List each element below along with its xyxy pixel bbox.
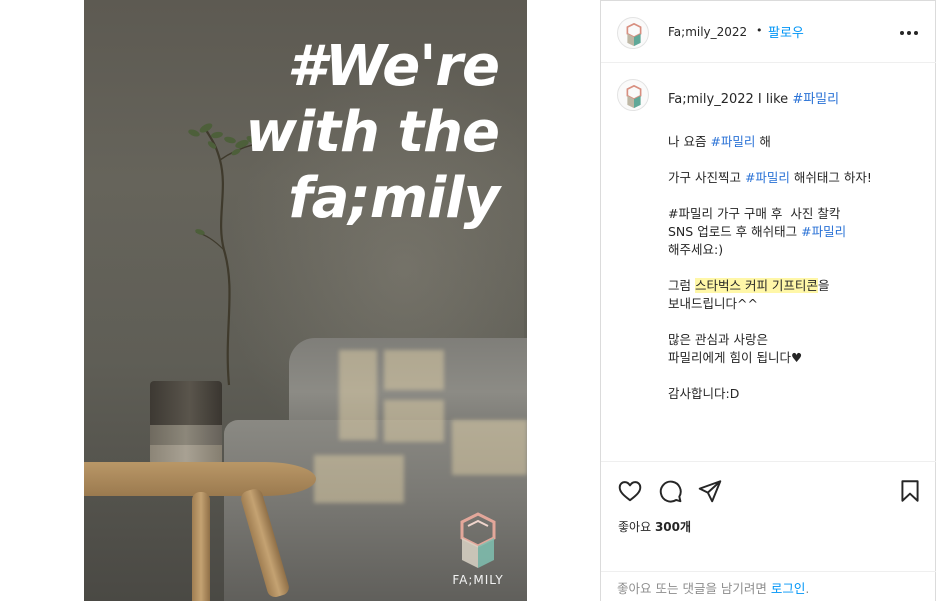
comment-prompt-end: . — [805, 581, 810, 596]
sunlight-patch — [452, 420, 527, 475]
more-dot — [907, 31, 911, 35]
caption-username[interactable]: Fa;mily_2022 — [668, 92, 754, 107]
caption-text: 을 — [817, 278, 830, 293]
caption-line: SNS 업로드 후 해쉬태그 #파밀리 — [668, 223, 928, 241]
like-count[interactable]: 좋아요 300개 — [618, 518, 691, 535]
caption-paragraph: #파밀리 가구 구매 후 사진 찰칵 SNS 업로드 후 해쉬태그 #파밀리 해… — [668, 205, 928, 259]
action-bar: 좋아요 300개 — [601, 461, 936, 571]
sunlight-patch — [384, 400, 444, 442]
caption-body: 나 요즘 #파밀리 해 가구 사진찍고 #파밀리 해쉬태그 하자! #파밀리 가… — [668, 133, 928, 421]
caption-line: 그럼 스타벅스 커피 기프티콘을 — [668, 277, 928, 295]
caption-avatar[interactable] — [617, 79, 649, 111]
caption-paragraph: 많은 관심과 사랑은 파밀리에게 힘이 됩니다♥ — [668, 331, 928, 367]
sunlight-patch — [384, 350, 444, 390]
caption-paragraph: 그럼 스타벅스 커피 기프티콘을 보내드립니다^^ — [668, 277, 928, 313]
caption-text: 많은 관심과 사랑은 — [668, 332, 768, 347]
caption-paragraph: 감사합니다:D — [668, 385, 928, 403]
caption-heading: Fa;mily_2022 I like #파밀리 — [668, 88, 839, 107]
caption-paragraph: 나 요즘 #파밀리 해 — [668, 133, 928, 151]
caption-text: 보내드립니다^^ — [668, 296, 758, 311]
caption-text: 해주세요:) — [668, 242, 724, 257]
brand-name: FA;MILY — [452, 573, 504, 587]
hashtag-link[interactable]: #파밀리 — [710, 134, 755, 149]
headline-line: with the — [245, 100, 500, 165]
caption-text: 파밀리에게 힘이 됩니다♥ — [668, 350, 803, 365]
post-username[interactable]: Fa;mily_2022 — [668, 25, 747, 39]
caption-intro: I like — [753, 92, 793, 107]
plant-pot-band — [150, 425, 222, 445]
caption-text: 해 — [755, 134, 771, 149]
comment-prompt-text: 좋아요 또는 댓글을 남기려면 — [617, 581, 771, 596]
headline-line: fa;mily — [288, 166, 500, 231]
image-headline: #We're with the fa;mily — [199, 34, 500, 232]
avatar[interactable] — [617, 17, 649, 49]
side-table-leg — [192, 492, 210, 601]
sunlight-patch — [339, 350, 377, 440]
caption-text: 그럼 — [668, 278, 695, 293]
likes-label: 좋아요 — [618, 520, 655, 534]
bookmark-icon[interactable] — [897, 478, 923, 504]
more-dot — [914, 31, 918, 35]
brand-logo-icon — [626, 85, 642, 109]
brand-logo-icon — [460, 512, 496, 568]
brand-logo-icon — [626, 23, 642, 47]
caption-text: 가구 사진찍고 — [668, 170, 745, 185]
caption-text: 해쉬태그 하자! — [789, 170, 872, 185]
follow-button[interactable]: 팔로우 — [768, 22, 804, 41]
highlighted-text: 스타벅스 커피 기프티콘 — [694, 278, 818, 293]
side-table-top — [84, 462, 316, 496]
caption-area: Fa;mily_2022 I like #파밀리 나 요즘 #파밀리 해 가구 … — [601, 63, 936, 461]
caption-text: SNS 업로드 후 해쉬태그 — [668, 224, 802, 239]
caption-text: #파밀리 가구 구매 후 사진 찰칵 — [668, 206, 841, 221]
heart-icon[interactable] — [617, 478, 643, 504]
hashtag-link[interactable]: #파밀리 — [745, 170, 790, 185]
login-link[interactable]: 로그인 — [771, 581, 806, 596]
caption-paragraph: 가구 사진찍고 #파밀리 해쉬태그 하자! — [668, 169, 928, 187]
hashtag-link[interactable]: #파밀리 — [801, 224, 846, 239]
caption-text: 감사합니다:D — [668, 386, 740, 401]
more-dot — [900, 31, 904, 35]
sunlight-patch — [314, 455, 404, 503]
separator-dot: • — [756, 24, 763, 37]
comment-icon[interactable] — [657, 478, 683, 504]
caption-text: 나 요즘 — [668, 134, 711, 149]
post-panel: Fa;mily_2022 • 팔로우 Fa;mily_2022 I like #… — [600, 0, 936, 601]
post-image: #We're with the fa;mily FA;MILY — [84, 0, 527, 601]
likes-value: 300개 — [654, 520, 692, 534]
hashtag-link[interactable]: #파밀리 — [792, 92, 839, 107]
comment-login-prompt: 좋아요 또는 댓글을 남기려면 로그인. — [601, 571, 936, 601]
share-icon[interactable] — [697, 478, 723, 504]
headline-line: #We're — [287, 34, 500, 99]
post-header: Fa;mily_2022 • 팔로우 — [601, 1, 936, 63]
more-options-icon[interactable] — [897, 23, 921, 43]
